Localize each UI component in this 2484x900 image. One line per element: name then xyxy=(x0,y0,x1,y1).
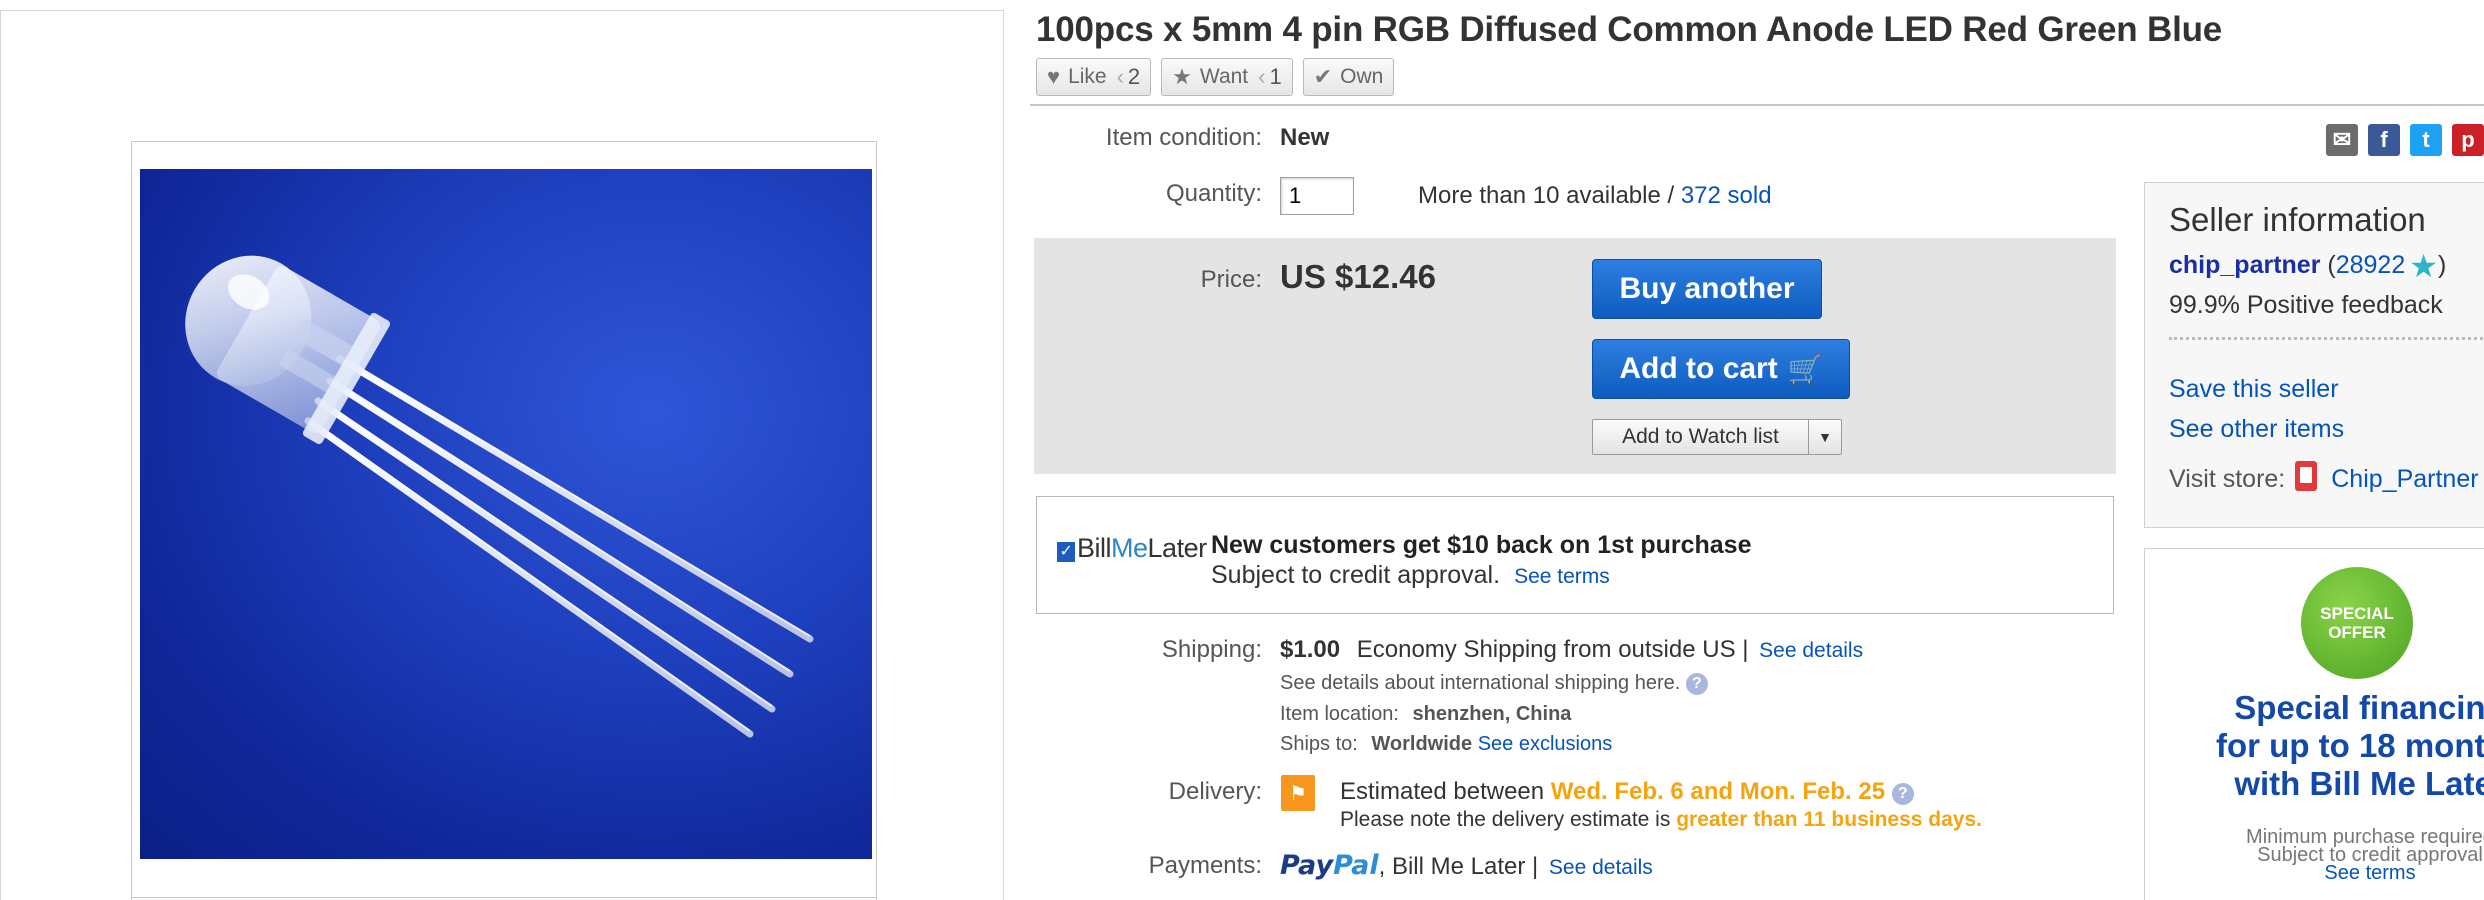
bml-headline: New customers get $10 back on 1st purcha… xyxy=(1211,531,1752,559)
checkmark-icon: ✔ xyxy=(1313,64,1333,89)
delivery-note: Please note the delivery estimate is gre… xyxy=(1340,808,1982,831)
item-location: Item location: shenzhen, China xyxy=(1280,703,1572,725)
want-label: Want xyxy=(1199,65,1249,88)
intl-shipping-note: See details about international shipping… xyxy=(1280,672,1708,695)
help-icon[interactable]: ? xyxy=(1891,783,1914,805)
shipping-method: Economy Shipping from outside US | xyxy=(1356,636,1749,663)
sold-link[interactable]: 372 sold xyxy=(1681,182,1772,209)
own-button[interactable]: ✔ Own xyxy=(1302,58,1395,96)
seller-info-panel: Seller information chip_partner (28922 ★)… xyxy=(2144,182,2484,528)
quantity-label: Quantity: xyxy=(1165,180,1262,207)
image-divider xyxy=(131,897,877,898)
special-financing-ad[interactable]: SPECIAL OFFER Special financing for up t… xyxy=(2144,548,2484,900)
shipping-row: $1.00 Economy Shipping from outside US |… xyxy=(1280,636,1863,664)
condition-label: Item condition: xyxy=(1105,124,1262,151)
seller-name-row: chip_partner (28922 ★) xyxy=(2169,248,2447,284)
ships-to: Ships to: Worldwide See exclusions xyxy=(1280,733,1613,755)
flag-icon: ⚑ xyxy=(1281,775,1315,811)
bml-subline: Subject to credit approval. See terms xyxy=(1211,561,1610,589)
bill-me-later-promo: ✓ BillMeLater New customers get $10 back … xyxy=(1036,496,2114,614)
share-icons: ✉ f t p xyxy=(2326,124,2484,156)
heart-icon: ♥ xyxy=(1047,64,1061,89)
buy-another-button[interactable]: Buy another xyxy=(1592,259,1822,319)
like-label: Like xyxy=(1068,65,1107,88)
like-count: 2 xyxy=(1117,64,1140,90)
shipping-details-link[interactable]: See details xyxy=(1759,639,1863,662)
pinterest-icon[interactable]: p xyxy=(2452,124,2484,156)
like-button[interactable]: ♥ Like 2 xyxy=(1036,58,1152,96)
ad-line-2: for up to 18 months xyxy=(2216,727,2484,764)
save-seller-link[interactable]: Save this seller xyxy=(2169,375,2339,404)
price-label: Price: xyxy=(1200,266,1262,293)
add-to-cart-button[interactable]: Add to cart 🛒 xyxy=(1592,339,1850,399)
availability: More than 10 available / 372 sold xyxy=(1418,182,1772,210)
product-image[interactable] xyxy=(140,169,872,859)
own-label: Own xyxy=(1340,65,1384,88)
store-link[interactable]: Chip_Partner xyxy=(2331,465,2478,493)
price-value: US $12.46 xyxy=(1280,258,1436,295)
title-divider xyxy=(1030,104,2484,106)
product-image-frame[interactable] xyxy=(131,141,877,900)
add-to-cart-label: Add to cart xyxy=(1619,352,1778,385)
star-icon: ★ xyxy=(1172,64,1192,89)
availability-text: More than 10 available / xyxy=(1418,182,1681,209)
product-title: 100pcs x 5mm 4 pin RGB Diffused Common A… xyxy=(1036,10,2223,49)
delivery-label: Delivery: xyxy=(1168,778,1262,805)
ad-small-2: Subject to credit approval xyxy=(2257,844,2483,866)
bill-me-later-logo: ✓ BillMeLater xyxy=(1057,533,1207,564)
positive-feedback: 99.9% Positive feedback xyxy=(2169,291,2443,319)
social-bar: ♥ Like 2 ★ Want 1 ✔ Own xyxy=(1036,58,1395,96)
bml-terms-link[interactable]: See terms xyxy=(1514,565,1610,588)
image-panel xyxy=(0,10,1004,900)
payments-details-link[interactable]: See details xyxy=(1549,856,1653,879)
special-offer-badge: SPECIAL OFFER xyxy=(2301,567,2413,679)
seller-name-link[interactable]: chip_partner xyxy=(2169,251,2320,279)
led-illustration xyxy=(185,255,814,738)
visit-store-row: Visit store: Chip_Partner xyxy=(2169,461,2479,494)
seller-title: Seller information xyxy=(2169,201,2426,238)
payments-row: PayPal, Bill Me Later | See details xyxy=(1280,850,1653,881)
exclusions-link[interactable]: See exclusions xyxy=(1478,733,1613,755)
want-button[interactable]: ★ Want 1 xyxy=(1161,58,1293,96)
twitter-icon[interactable]: t xyxy=(2410,124,2442,156)
feedback-score-link[interactable]: 28922 xyxy=(2336,251,2406,279)
delivery-dates: Wed. Feb. 6 and Mon. Feb. 25 xyxy=(1550,778,1886,805)
condition-value: New xyxy=(1280,124,1330,151)
check-icon: ✓ xyxy=(1057,542,1075,562)
ad-terms-link[interactable]: See terms xyxy=(2145,863,2484,883)
see-other-items-link[interactable]: See other items xyxy=(2169,415,2344,444)
watch-list-label: Add to Watch list xyxy=(1593,420,1809,454)
payments-label: Payments: xyxy=(1148,852,1262,879)
quantity-input[interactable] xyxy=(1280,177,1354,215)
facebook-icon[interactable]: f xyxy=(2368,124,2400,156)
chevron-down-icon[interactable]: ▼ xyxy=(1809,420,1841,454)
delivery-estimate: Estimated between Wed. Feb. 6 and Mon. F… xyxy=(1340,778,1914,806)
ad-line-1: Special financing xyxy=(2234,689,2484,726)
seller-divider xyxy=(2169,337,2484,340)
store-icon xyxy=(2295,461,2318,491)
shipping-label: Shipping: xyxy=(1161,636,1262,663)
shipping-cost: $1.00 xyxy=(1280,636,1341,663)
buy-another-label: Buy another xyxy=(1619,272,1795,305)
shooting-star-icon: ★ xyxy=(2409,248,2438,284)
email-icon[interactable]: ✉ xyxy=(2326,124,2358,156)
watch-list-button[interactable]: Add to Watch list ▼ xyxy=(1592,419,1842,455)
want-count: 1 xyxy=(1258,64,1281,90)
help-icon[interactable]: ? xyxy=(1685,673,1708,695)
ad-line-3: with Bill Me Later xyxy=(2234,765,2484,802)
cart-icon: 🛒 xyxy=(1787,353,1823,385)
paypal-logo: PayPal xyxy=(1280,850,1379,881)
